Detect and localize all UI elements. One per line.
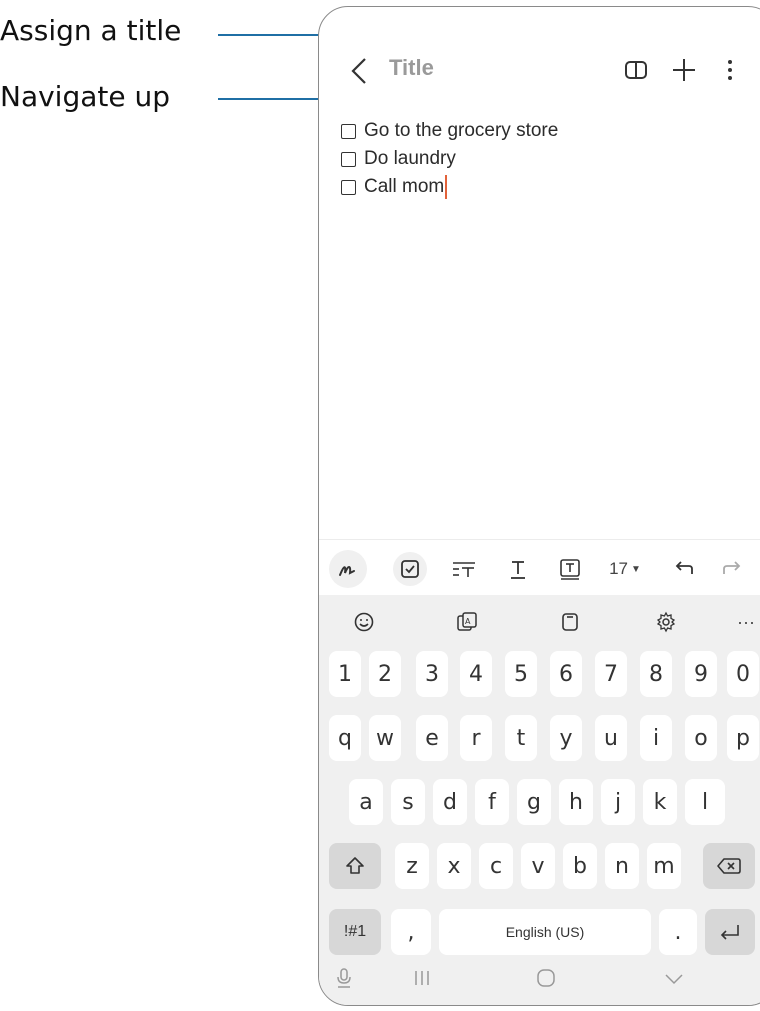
voice-input-icon[interactable] <box>329 963 359 993</box>
formatting-toolbar: 17 ▼ <box>319 539 760 596</box>
more-options-icon[interactable] <box>715 55 745 85</box>
clipboard-icon[interactable] <box>555 607 585 637</box>
add-icon[interactable] <box>669 55 699 85</box>
key-6[interactable]: 6 <box>550 651 582 697</box>
key-q[interactable]: q <box>329 715 361 761</box>
font-size-dropdown[interactable]: 17 ▼ <box>603 552 647 586</box>
checkbox-icon[interactable] <box>341 179 356 195</box>
back-chevron-icon[interactable] <box>345 51 375 91</box>
backspace-icon <box>717 858 741 874</box>
checklist-item-text: Call mom <box>364 176 445 197</box>
navigate-up-callout: Navigate up <box>0 80 171 113</box>
text-box-icon[interactable] <box>553 552 587 586</box>
key-b[interactable]: b <box>563 843 597 889</box>
key-e[interactable]: e <box>416 715 448 761</box>
key-t[interactable]: t <box>505 715 537 761</box>
checklist-item-text: Do laundry <box>364 148 456 169</box>
font-size-value: 17 <box>609 559 628 578</box>
key-o[interactable]: o <box>685 715 717 761</box>
recents-icon[interactable] <box>407 963 437 993</box>
settings-icon[interactable] <box>651 607 681 637</box>
checkbox-icon[interactable] <box>341 151 356 167</box>
key-7[interactable]: 7 <box>595 651 627 697</box>
emoji-icon[interactable] <box>349 607 379 637</box>
redo-icon[interactable] <box>715 552 749 586</box>
assign-title-callout: Assign a title <box>0 14 182 47</box>
key-j[interactable]: j <box>601 779 635 825</box>
checkbox-tool-icon[interactable] <box>393 552 427 586</box>
app-bar: Title <box>319 7 760 103</box>
key-3[interactable]: 3 <box>416 651 448 697</box>
key-y[interactable]: y <box>550 715 582 761</box>
more-icon[interactable]: ··· <box>731 607 760 637</box>
navigation-bar <box>319 947 760 1005</box>
key-d[interactable]: d <box>433 779 467 825</box>
key-2[interactable]: 2 <box>369 651 401 697</box>
key-8[interactable]: 8 <box>640 651 672 697</box>
hide-keyboard-icon[interactable] <box>659 963 689 993</box>
home-icon[interactable] <box>531 963 561 993</box>
key-5[interactable]: 5 <box>505 651 537 697</box>
key-p[interactable]: p <box>727 715 759 761</box>
key-w[interactable]: w <box>369 715 401 761</box>
checklist-item[interactable]: Call mom <box>341 173 741 201</box>
key-m[interactable]: m <box>647 843 681 889</box>
key-n[interactable]: n <box>605 843 639 889</box>
checkbox-icon[interactable] <box>341 123 356 139</box>
reading-mode-icon[interactable] <box>621 55 651 85</box>
svg-text:A: A <box>465 617 471 626</box>
checklist-item[interactable]: Go to the grocery store <box>341 117 741 145</box>
text-style-icon[interactable] <box>501 552 535 586</box>
checklist-item[interactable]: Do laundry <box>341 145 741 173</box>
text-cursor <box>445 175 448 199</box>
backspace-key[interactable] <box>703 843 755 889</box>
checklist-item-text: Go to the grocery store <box>364 120 559 141</box>
key-h[interactable]: h <box>559 779 593 825</box>
translate-icon[interactable]: A <box>452 607 482 637</box>
key-u[interactable]: u <box>595 715 627 761</box>
key-i[interactable]: i <box>640 715 672 761</box>
key-0[interactable]: 0 <box>727 651 759 697</box>
key-f[interactable]: f <box>475 779 509 825</box>
key-x[interactable]: x <box>437 843 471 889</box>
undo-icon[interactable] <box>667 552 701 586</box>
checklist: Go to the grocery store Do laundry Call … <box>341 117 741 201</box>
paragraph-style-icon[interactable] <box>447 552 481 586</box>
key-g[interactable]: g <box>517 779 551 825</box>
key-a[interactable]: a <box>349 779 383 825</box>
key-v[interactable]: v <box>521 843 555 889</box>
phone-frame: Title Go to the grocery store Do laundry… <box>318 6 760 1006</box>
key-9[interactable]: 9 <box>685 651 717 697</box>
chevron-down-icon: ▼ <box>631 563 641 575</box>
note-title-field[interactable]: Title <box>389 55 434 81</box>
key-4[interactable]: 4 <box>460 651 492 697</box>
key-s[interactable]: s <box>391 779 425 825</box>
handwriting-pen-icon[interactable] <box>329 550 367 588</box>
keyboard-toolbar: A ··· <box>319 595 760 647</box>
key-z[interactable]: z <box>395 843 429 889</box>
key-1[interactable]: 1 <box>329 651 361 697</box>
key-c[interactable]: c <box>479 843 513 889</box>
key-l[interactable]: l <box>685 779 725 825</box>
shift-key[interactable] <box>329 843 381 889</box>
keyboard: A ··· 1 2 3 4 5 6 7 8 9 0 q w e r t y u … <box>319 595 760 1005</box>
key-k[interactable]: k <box>643 779 677 825</box>
shift-icon <box>346 857 364 874</box>
key-r[interactable]: r <box>460 715 492 761</box>
enter-icon <box>720 925 739 940</box>
